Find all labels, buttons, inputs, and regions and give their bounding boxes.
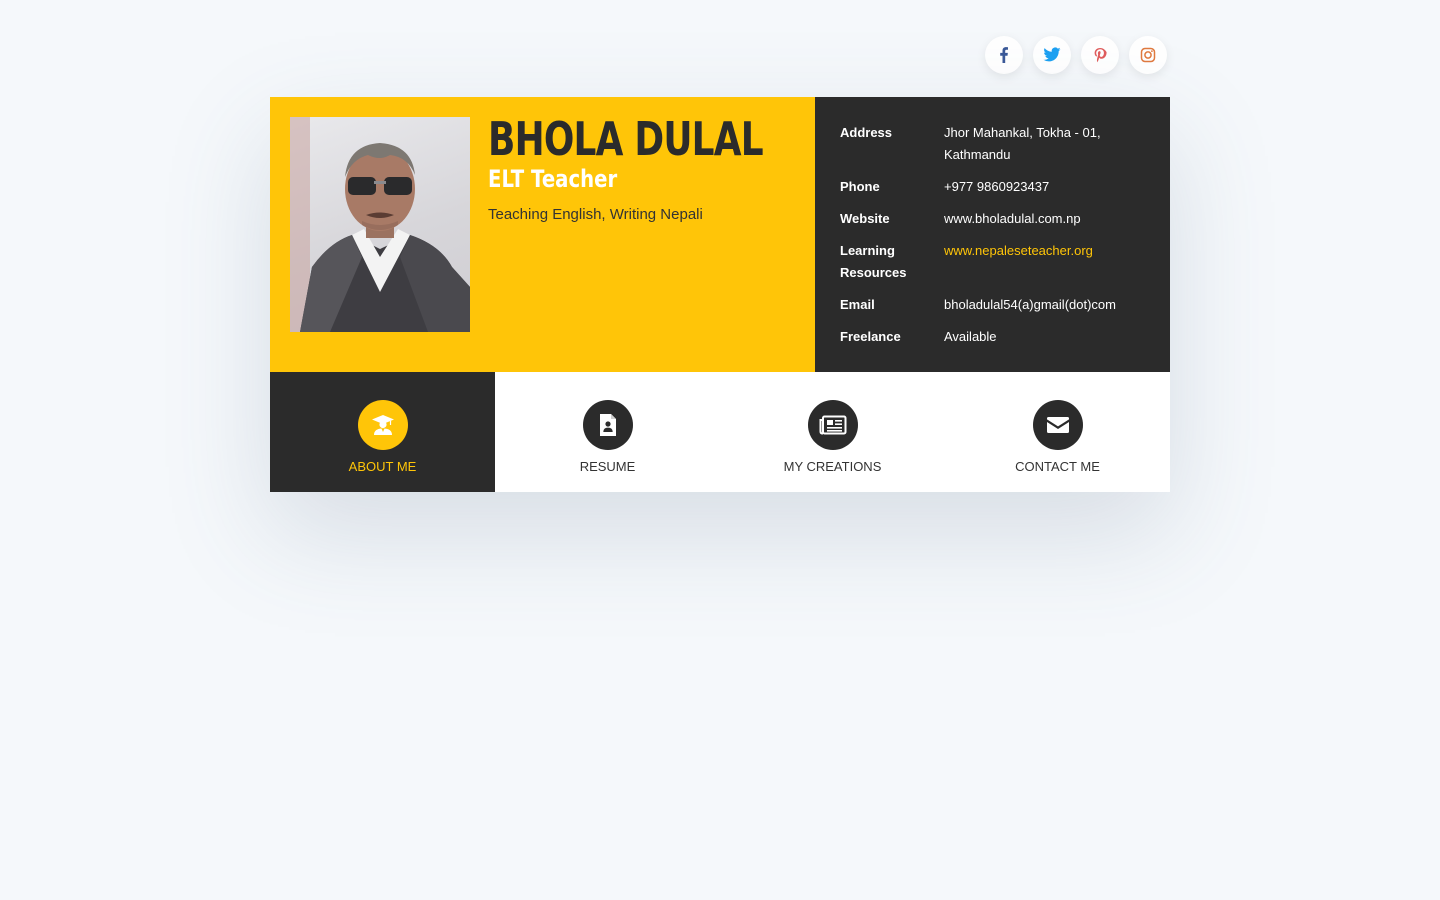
profile-header: BHOLA DULAL ELT Teacher Teaching English… bbox=[270, 97, 1170, 372]
info-row-address: Address Jhor Mahankal, Tokha - 01, Kathm… bbox=[840, 122, 1145, 166]
profile-role: ELT Teacher bbox=[488, 165, 618, 193]
info-value: bholadulal54(a)gmail(dot)com bbox=[944, 297, 1116, 312]
nav-label: CONTACT ME bbox=[1015, 459, 1100, 474]
info-row-learning-resources: Learning Resources www.nepaleseteacher.o… bbox=[840, 240, 1145, 284]
info-row-email: Email bholadulal54(a)gmail(dot)com bbox=[840, 294, 1145, 316]
profile-name: BHOLA DULAL bbox=[488, 112, 764, 166]
profile-card: BHOLA DULAL ELT Teacher Teaching English… bbox=[270, 97, 1170, 492]
info-label: Phone bbox=[840, 179, 880, 194]
resume-icon bbox=[582, 400, 633, 450]
info-value: Jhor Mahankal, Tokha - 01, Kathmandu bbox=[944, 125, 1101, 162]
pinterest-button[interactable] bbox=[1081, 36, 1119, 74]
info-row-phone: Phone +977 9860923437 bbox=[840, 176, 1145, 198]
contact-info-panel: Address Jhor Mahankal, Tokha - 01, Kathm… bbox=[815, 97, 1170, 372]
pinterest-icon bbox=[1094, 47, 1107, 62]
info-row-freelance: Freelance Available bbox=[840, 326, 1145, 348]
info-value: +977 9860923437 bbox=[944, 179, 1050, 194]
info-label: Address bbox=[840, 125, 893, 140]
twitter-button[interactable] bbox=[1033, 36, 1071, 74]
learning-resources-link[interactable]: www.nepaleseteacher.org bbox=[944, 240, 1144, 284]
nav-resume[interactable]: RESUME bbox=[495, 372, 720, 492]
nav-label: ABOUT ME bbox=[348, 459, 417, 474]
info-row-website: Website www.bholadulal.com.np bbox=[840, 208, 1145, 230]
graduate-icon bbox=[357, 400, 408, 450]
instagram-button[interactable] bbox=[1129, 36, 1167, 74]
twitter-icon bbox=[1043, 47, 1061, 62]
info-label: Learning Resources bbox=[840, 243, 907, 280]
facebook-button[interactable] bbox=[985, 36, 1023, 74]
nav-about-me[interactable]: ABOUT ME bbox=[270, 372, 495, 492]
info-label: Website bbox=[840, 211, 890, 226]
social-links bbox=[985, 36, 1167, 74]
profile-intro: BHOLA DULAL ELT Teacher Teaching English… bbox=[270, 97, 815, 372]
instagram-icon bbox=[1140, 47, 1156, 63]
info-label: Email bbox=[840, 297, 875, 312]
section-nav: ABOUT ME RESUME MY CREATIONS CONTACT ME bbox=[270, 372, 1170, 492]
profile-photo bbox=[290, 117, 470, 332]
info-label: Freelance bbox=[840, 329, 901, 344]
profile-tagline: Teaching English, Writing Nepali bbox=[488, 206, 703, 223]
newspaper-icon bbox=[807, 400, 858, 450]
facebook-icon bbox=[1000, 47, 1008, 63]
info-value: Available bbox=[944, 329, 997, 344]
info-value: www.bholadulal.com.np bbox=[944, 211, 1081, 226]
nav-label: RESUME bbox=[579, 459, 636, 474]
envelope-icon bbox=[1032, 400, 1083, 450]
nav-contact-me[interactable]: CONTACT ME bbox=[945, 372, 1170, 492]
nav-label: MY CREATIONS bbox=[783, 459, 882, 474]
nav-my-creations[interactable]: MY CREATIONS bbox=[720, 372, 945, 492]
